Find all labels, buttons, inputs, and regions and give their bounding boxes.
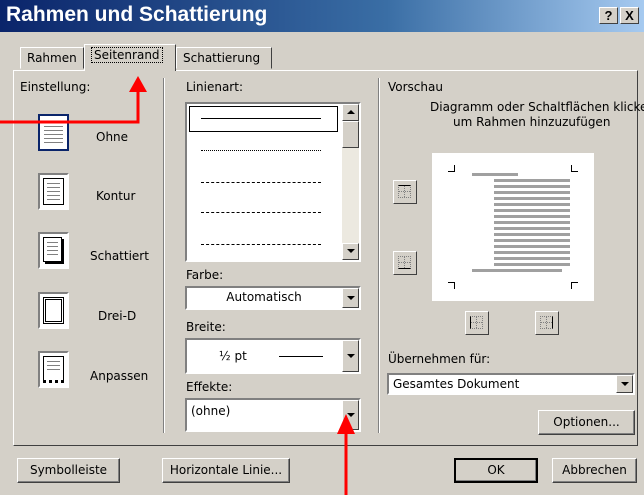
annotation-overlay	[0, 76, 355, 495]
tab-seitenrand-label: Seitenrand	[91, 47, 163, 63]
tab-seitenrand[interactable]: Seitenrand	[84, 44, 176, 71]
annotation-arrow-seitenrand	[0, 76, 147, 124]
dialog-window: Rahmen und Schattierung ? X Rahmen Seite…	[0, 0, 644, 495]
annotation-arrow-effects	[337, 414, 355, 495]
